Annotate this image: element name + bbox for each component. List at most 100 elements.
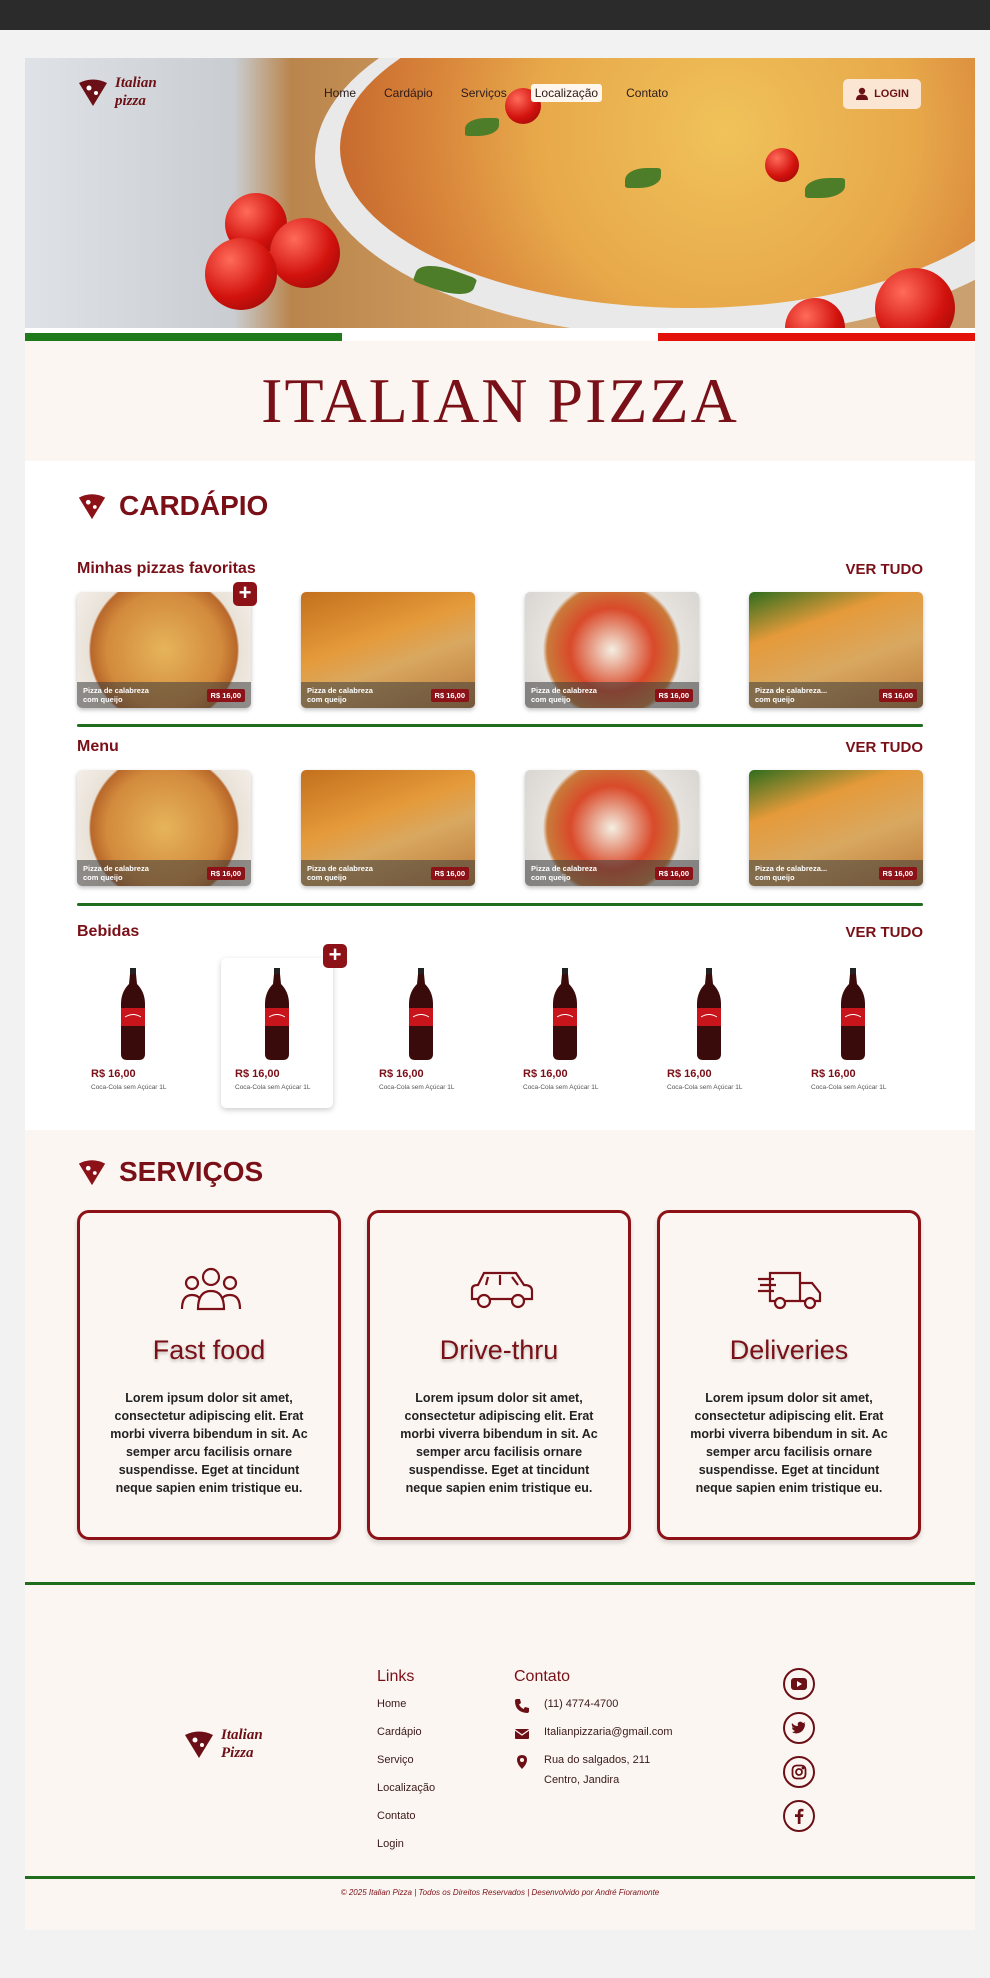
people-group-icon [180, 1267, 242, 1311]
menu-section-header: CARDÁPIO [77, 490, 268, 522]
pizza-caption: Pizza de calabreza com queijo R$ 16,00 [525, 682, 699, 708]
favorites-title: Minhas pizzas favoritas [77, 560, 256, 577]
title-band: ITALIAN PIZZA [25, 341, 975, 461]
twitter-link[interactable] [783, 1712, 815, 1744]
drink-name: Coca-Cola sem Açúcar 1L [523, 1084, 599, 1091]
pizza-name: Pizza de calabreza com queijo [83, 864, 149, 882]
footer-bottom-divider [25, 1876, 975, 1879]
footer-contact: Contato (11) 4774-4700 Italianpizzaria@g… [514, 1668, 673, 1786]
menu-section-title: CARDÁPIO [119, 490, 269, 521]
pizza-price: R$ 16,00 [430, 866, 469, 880]
drink-name: Coca-Cola sem Açúcar 1L [91, 1084, 167, 1091]
pizza-price: R$ 16,00 [654, 866, 693, 880]
service-title: Fast food [152, 1335, 266, 1365]
drink-card[interactable]: R$ 16,00 Coca-Cola sem Açúcar 1L [365, 958, 477, 1108]
add-favorite-button[interactable]: + [233, 582, 257, 606]
footer-links-title: Links [377, 1668, 415, 1685]
services-section: SERVIÇOS Fast food Lorem ipsum dolor sit… [25, 1130, 975, 1600]
youtube-link[interactable] [783, 1668, 815, 1700]
envelope-icon [514, 1729, 530, 1739]
instagram-link[interactable] [783, 1756, 815, 1788]
drink-card[interactable]: R$ 16,00 Coca-Cola sem Açúcar 1L [653, 958, 765, 1108]
footer-brand-line2: Pizza [221, 1745, 254, 1761]
pizza-card[interactable]: Pizza de calabreza... com queijo R$ 16,00 [749, 592, 923, 708]
pizza-name: Pizza de calabreza... com queijo [755, 864, 828, 882]
pizza-card[interactable]: Pizza de calabreza com queijo R$ 16,00 [301, 770, 475, 886]
pizza-card[interactable]: Pizza de calabreza com queijo R$ 16,00 [301, 592, 475, 708]
hero-image: Italian pizza Home Cardápio Serviços Loc… [25, 58, 975, 328]
nav-contato[interactable]: Contato [622, 84, 672, 102]
delivery-truck-icon [758, 1271, 822, 1310]
pizza-card[interactable]: Pizza de calabreza com queijo R$ 16,00 [77, 770, 251, 886]
pizza-price: R$ 16,00 [206, 688, 245, 702]
footer-link-cardapio[interactable]: Cardápio [377, 1726, 435, 1754]
nav-links: Home Cardápio Serviços Localização Conta… [320, 84, 672, 102]
nav-cardapio[interactable]: Cardápio [380, 84, 437, 102]
nav-home[interactable]: Home [320, 84, 360, 102]
service-card-deliveries: Deliveries Lorem ipsum dolor sit amet, c… [657, 1210, 921, 1540]
footer-link-contato[interactable]: Contato [377, 1810, 435, 1838]
facebook-link[interactable] [783, 1800, 815, 1832]
contact-email: Italianpizzaria@gmail.com [514, 1726, 673, 1754]
row-divider [77, 903, 923, 906]
footer-links: Links Home Cardápio Serviço Localização … [377, 1668, 435, 1866]
brand-name-line2: pizza [115, 93, 146, 109]
drink-name: Coca-Cola sem Açúcar 1L [811, 1084, 887, 1091]
drink-card[interactable]: R$ 16,00 Coca-Cola sem Açúcar 1L [509, 958, 621, 1108]
pizza-price: R$ 16,00 [878, 688, 917, 702]
login-button[interactable]: LOGIN [843, 79, 921, 109]
pizza-slice-icon [185, 1731, 213, 1758]
car-icon [470, 1271, 534, 1309]
nav-servicos[interactable]: Serviços [457, 84, 511, 102]
service-description: Lorem ipsum dolor sit amet, consectetur … [690, 1391, 888, 1495]
pizza-slice-icon [79, 79, 107, 106]
drinks-row-header: Bebidas VER TUDO [77, 923, 923, 941]
pizza-name: Pizza de calabreza com queijo [531, 864, 597, 882]
pizza-caption: Pizza de calabreza com queijo R$ 16,00 [77, 682, 251, 708]
favorites-see-all-link[interactable]: VER TUDO [845, 561, 923, 578]
brand-name: Italian pizza [115, 74, 157, 110]
pizza-price: R$ 16,00 [654, 688, 693, 702]
nav-localizacao[interactable]: Localização [530, 84, 603, 102]
pizza-name: Pizza de calabreza com queijo [83, 686, 149, 704]
menu-row-header: Menu VER TUDO [77, 738, 923, 756]
pizza-name: Pizza de calabreza com queijo [307, 864, 373, 882]
drinks-list: R$ 16,00 Coca-Cola sem Açúcar 1L R$ 16,00 C… [77, 958, 923, 1108]
pizza-card[interactable]: Pizza de calabreza com queijo R$ 16,00 [525, 592, 699, 708]
menu-see-all-link[interactable]: VER TUDO [845, 739, 923, 756]
pizza-card[interactable]: Pizza de calabreza com queijo R$ 16,00 [77, 592, 251, 708]
drink-name: Coca-Cola sem Açúcar 1L [379, 1084, 455, 1091]
pizza-slice-icon [78, 1160, 106, 1186]
services-section-header: SERVIÇOS [77, 1156, 263, 1188]
footer-link-home[interactable]: Home [377, 1698, 435, 1726]
contact-email-text[interactable]: Italianpizzaria@gmail.com [544, 1726, 673, 1738]
page: Italian pizza Home Cardápio Serviços Loc… [25, 58, 976, 1930]
contact-address: Rua do salgados, 211 Centro, Jandira [514, 1754, 673, 1786]
drink-card[interactable]: R$ 16,00 Coca-Cola sem Açúcar 1L [797, 958, 909, 1108]
youtube-icon [791, 1678, 807, 1690]
drink-card[interactable]: R$ 16,00 Coca-Cola sem Açúcar 1L [221, 958, 333, 1108]
contact-phone-text[interactable]: (11) 4774-4700 [544, 1698, 618, 1710]
pizza-card[interactable]: Pizza de calabreza com queijo R$ 16,00 [525, 770, 699, 886]
brand-logo[interactable]: Italian pizza [77, 74, 157, 110]
login-label: LOGIN [874, 88, 909, 100]
soda-bottle-image [265, 968, 289, 1060]
service-description: Lorem ipsum dolor sit amet, consectetur … [110, 1391, 308, 1495]
footer-contact-title: Contato [514, 1668, 571, 1685]
tomato-topping [765, 148, 799, 182]
footer-logo[interactable]: Italian Pizza [183, 1726, 263, 1762]
pizza-card[interactable]: Pizza de calabreza... com queijo R$ 16,00 [749, 770, 923, 886]
pizza-caption: Pizza de calabreza... com queijo R$ 16,00 [749, 682, 923, 708]
footer-brand-name: Italian Pizza [221, 1726, 263, 1762]
page-title: ITALIAN PIZZA [261, 365, 739, 436]
footer-link-servico[interactable]: Serviço [377, 1754, 435, 1782]
footer-link-localizacao[interactable]: Localização [377, 1782, 435, 1810]
drink-card[interactable]: R$ 16,00 Coca-Cola sem Açúcar 1L [77, 958, 189, 1108]
add-drink-button[interactable]: + [323, 944, 347, 968]
footer-link-login[interactable]: Login [377, 1838, 435, 1866]
drinks-see-all-link[interactable]: VER TUDO [845, 924, 923, 941]
service-card-drive-thru: Drive-thru Lorem ipsum dolor sit amet, c… [367, 1210, 631, 1540]
pizza-name: Pizza de calabreza com queijo [307, 686, 373, 704]
map-pin-icon [517, 1755, 527, 1769]
brand-name-line1: Italian [115, 75, 157, 91]
